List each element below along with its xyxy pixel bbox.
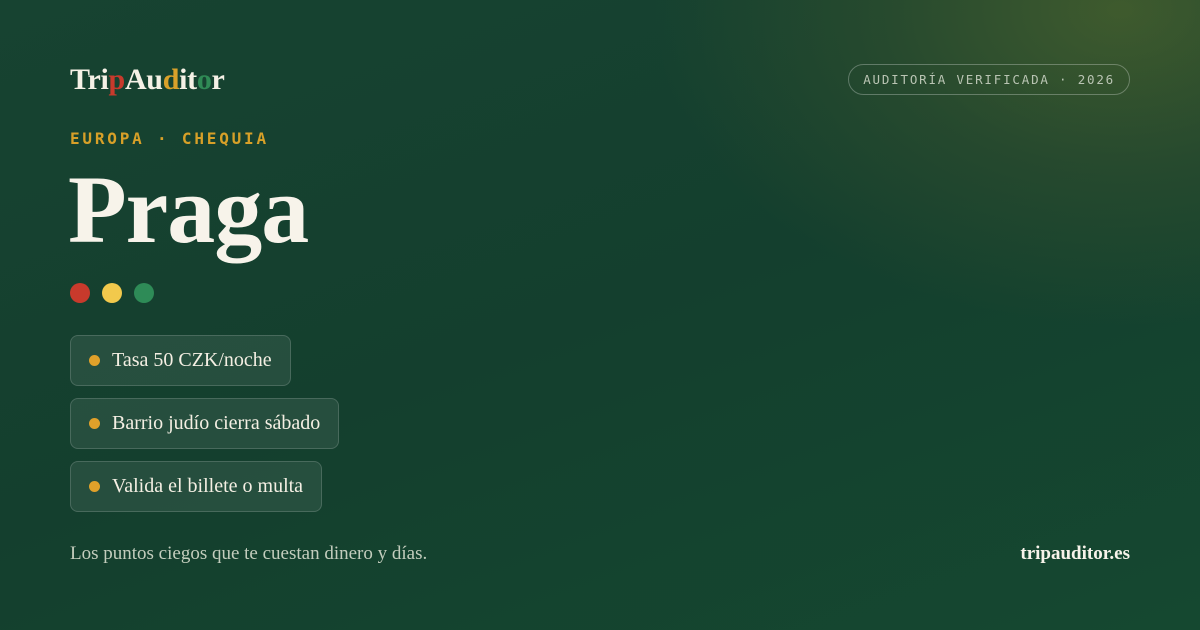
logo-segment: p xyxy=(108,63,126,96)
yellow-dot xyxy=(102,283,122,303)
green-dot xyxy=(134,283,154,303)
tip-text: Tasa 50 CZK/noche xyxy=(112,349,272,371)
verification-badge: AUDITORÍA VERIFICADA · 2026 xyxy=(848,64,1130,95)
red-dot xyxy=(70,283,90,303)
logo-segment: Au xyxy=(124,63,163,96)
tips-list: Tasa 50 CZK/noche Barrio judío cierra sá… xyxy=(70,335,340,512)
city-title: Praga xyxy=(68,156,309,263)
bullet-icon xyxy=(89,418,100,429)
bullet-icon xyxy=(89,355,100,366)
tagline: Los puntos ciegos que te cuestan dinero … xyxy=(70,543,428,564)
brand-logo: TripAuditor xyxy=(70,63,225,97)
flag-dots xyxy=(70,283,154,303)
bullet-icon xyxy=(89,481,100,492)
logo-segment: d xyxy=(162,63,180,96)
tip-item: Valida el billete o multa xyxy=(70,461,323,512)
logo-segment: o xyxy=(196,63,212,96)
logo-segment: it xyxy=(179,63,197,96)
logo-segment: r xyxy=(211,63,225,96)
logo-segment: Tri xyxy=(70,63,109,96)
tip-text: Valida el billete o multa xyxy=(112,475,304,497)
verification-badge-label: AUDITORÍA VERIFICADA · 2026 xyxy=(863,72,1115,87)
tip-item: Barrio judío cierra sábado xyxy=(70,398,340,449)
tip-item: Tasa 50 CZK/noche xyxy=(70,335,291,386)
region-label: EUROPA · CHEQUIA xyxy=(70,129,269,148)
tip-text: Barrio judío cierra sábado xyxy=(112,412,321,434)
site-url: tripauditor.es xyxy=(1020,543,1130,564)
